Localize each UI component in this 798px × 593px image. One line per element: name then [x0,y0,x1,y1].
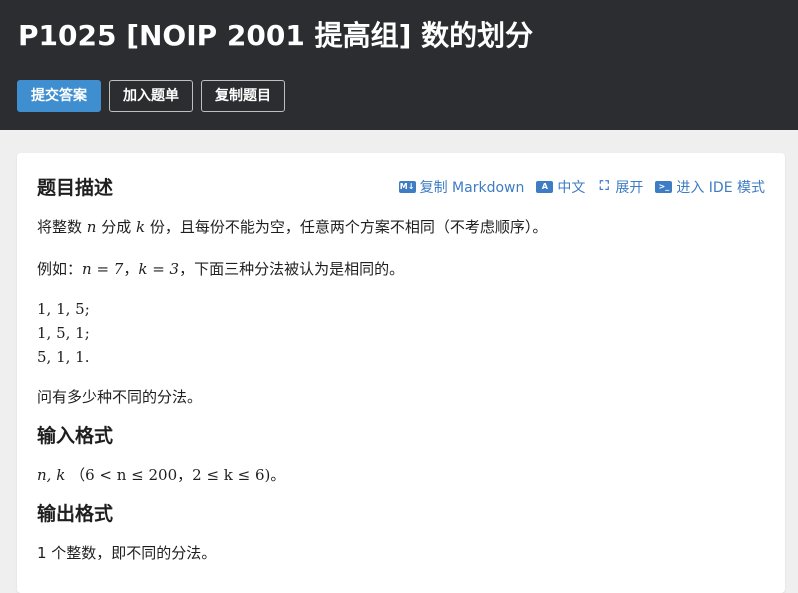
math-n: n [86,218,97,236]
problem-body: 将整数 n 分成 k 份，且每份不能为空，任意两个方案不相同（不考虑顺序）。 例… [37,215,765,565]
expand-icon: ⛶ [599,179,609,194]
language-label: 中文 [557,180,586,196]
math-range-n: （6 < n ≤ 200 [70,466,178,484]
desc-text-3: 份，且每份不能为空，任意两个方案不相同（不考虑顺序）。 [149,218,548,236]
enter-ide-link[interactable]: >_ 进入 IDE 模式 [655,177,765,197]
copy-markdown-link[interactable]: M↓ 复制 Markdown [398,177,525,197]
problem-header: P1025 [NOIP 2001 提高组] 数的划分 提交答案 加入题单 复制题… [0,0,798,130]
problem-card: 题目描述 M↓ 复制 Markdown A 中文 ⛶ 展开 >_ 进入 IDE … [17,153,785,593]
language-link[interactable]: A 中文 [536,177,585,197]
add-to-list-button[interactable]: 加入题单 [109,80,193,112]
example-paragraph: 例如：n = 7，k = 3，下面三种分法被认为是相同的。 [37,257,765,281]
card-header: 题目描述 M↓ 复制 Markdown A 中文 ⛶ 展开 >_ 进入 IDE … [17,153,785,215]
description-heading: 题目描述 [37,177,114,199]
output-format-heading: 输出格式 [37,503,114,525]
expand-label: 展开 [615,180,644,196]
submit-answer-button[interactable]: 提交答案 [17,80,101,112]
input-format-paragraph: n, k （6 < n ≤ 200，2 ≤ k ≤ 6)。 [37,463,765,487]
desc-text-2: 分成 [101,218,132,236]
translate-icon: A [536,181,554,193]
example-text-1: 例如： [37,260,83,278]
question-paragraph: 问有多少种不同的分法。 [37,388,203,406]
example-cases: 1, 1, 5; 1, 5, 1; 5, 1, 1. [37,297,765,369]
case-line: 5, 1, 1. [37,348,90,366]
card-actions: M↓ 复制 Markdown A 中文 ⛶ 展开 >_ 进入 IDE 模式 [398,177,765,197]
problem-title: P1025 [NOIP 2001 提高组] 数的划分 [18,19,534,52]
case-line: 1, 5, 1; [37,324,90,342]
expand-link[interactable]: ⛶ 展开 [597,177,644,197]
header-button-row: 提交答案 加入题单 复制题目 [17,80,285,112]
input-comma: ， [177,466,193,484]
math-k: k [136,218,146,236]
output-format-paragraph: 1 个整数，即不同的分法。 [37,544,217,562]
input-format-heading: 输入格式 [37,425,114,447]
copy-markdown-label: 复制 Markdown [419,180,525,196]
math-n-eq: n = 7 [82,260,124,278]
copy-problem-button[interactable]: 复制题目 [201,80,285,112]
desc-text-1: 将整数 [37,218,83,236]
input-period: 。 [270,466,286,484]
math-k-eq: k = 3 [138,260,180,278]
enter-ide-label: 进入 IDE 模式 [676,180,765,196]
math-range-k: 2 ≤ k ≤ 6) [192,466,271,484]
case-line: 1, 1, 5; [37,300,90,318]
example-sep: ， [123,260,139,278]
terminal-icon: >_ [655,181,673,193]
example-text-2: ，下面三种分法被认为是相同的。 [179,260,405,278]
description-paragraph: 将整数 n 分成 k 份，且每份不能为空，任意两个方案不相同（不考虑顺序）。 [37,215,765,239]
math-nk: n, k [37,466,66,484]
markdown-icon: M↓ [398,181,416,193]
